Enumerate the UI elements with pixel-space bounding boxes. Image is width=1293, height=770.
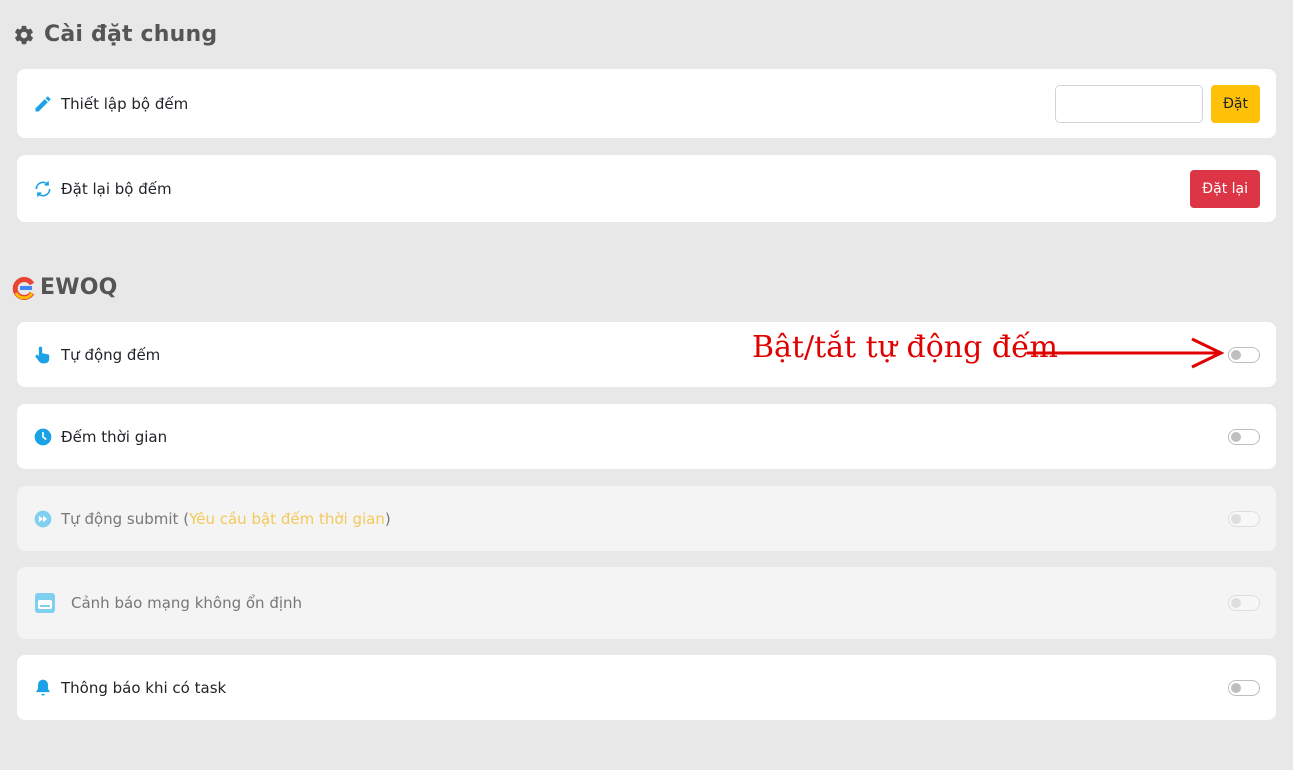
- ewoq-section-title: EWOQ: [12, 275, 118, 300]
- gear-icon: [12, 23, 36, 47]
- bell-icon: [33, 678, 53, 698]
- auto-submit-toggle[interactable]: [1228, 510, 1260, 527]
- general-section-label: Cài đặt chung: [44, 22, 218, 47]
- time-count-toggle[interactable]: [1228, 428, 1260, 445]
- auto-submit-requirement-note: Yêu cầu bật đếm thời gian: [189, 509, 385, 528]
- clock-icon: [33, 427, 53, 447]
- counter-value-input[interactable]: [1055, 84, 1204, 123]
- refresh-icon: [33, 179, 53, 199]
- pencil-icon: [33, 94, 53, 114]
- network-warning-card: Cảnh báo mạng không ổn định: [17, 567, 1276, 639]
- reset-counter-button[interactable]: Đặt lại: [1190, 169, 1260, 208]
- ewoq-logo-icon: [12, 276, 36, 300]
- time-count-label: Đếm thời gian: [61, 427, 168, 446]
- annotation-text: Bật/tắt tự động đếm: [752, 330, 1058, 365]
- task-notification-toggle[interactable]: [1228, 679, 1260, 696]
- task-notification-label: Thông báo khi có task: [61, 678, 227, 697]
- counter-reset-label: Đặt lại bộ đếm: [61, 179, 172, 198]
- set-counter-button[interactable]: Đặt: [1211, 84, 1260, 123]
- time-count-card: Đếm thời gian: [17, 404, 1276, 469]
- task-notification-card: Thông báo khi có task: [17, 655, 1276, 720]
- fast-forward-icon: [33, 509, 53, 529]
- annotation-arrow-icon: [1027, 337, 1224, 369]
- counter-setup-label: Thiết lập bộ đếm: [61, 94, 189, 113]
- ewoq-section-label: EWOQ: [40, 275, 118, 300]
- auto-count-label: Tự động đếm: [61, 345, 161, 364]
- auto-submit-label: Tự động submit (Yêu cầu bật đếm thời gia…: [61, 509, 391, 528]
- counter-setup-card: Thiết lập bộ đếm Đặt: [17, 69, 1276, 138]
- network-warning-toggle[interactable]: [1228, 595, 1260, 611]
- auto-count-toggle[interactable]: [1228, 346, 1260, 363]
- network-warning-label: Cảnh báo mạng không ổn định: [71, 594, 303, 612]
- network-icon: [33, 591, 57, 615]
- hand-pointer-icon: [33, 345, 53, 365]
- counter-reset-card: Đặt lại bộ đếm Đặt lại: [17, 155, 1276, 222]
- auto-submit-card: Tự động submit (Yêu cầu bật đếm thời gia…: [17, 486, 1276, 551]
- general-section-title: Cài đặt chung: [12, 22, 217, 47]
